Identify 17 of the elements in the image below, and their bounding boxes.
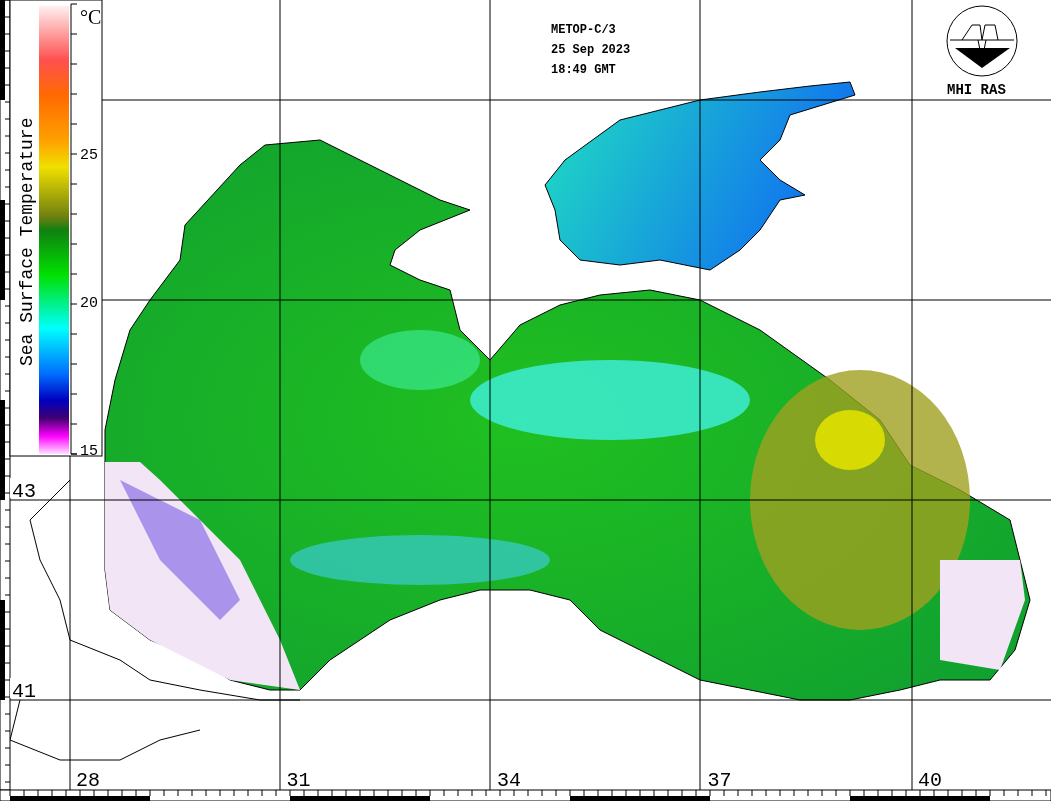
tick-label: 25 [80, 147, 98, 164]
unit-label: °C [80, 6, 102, 28]
logo-text: MHI RAS [947, 82, 1006, 98]
legend-title: Sea Surface Temperature [17, 117, 37, 366]
longitude-label: 37 [707, 769, 732, 792]
logo-icon [946, 5, 1018, 77]
latitude-label: 41 [12, 680, 36, 703]
longitude-label: 28 [76, 769, 100, 792]
time-label: 18:49 GMT [551, 63, 616, 77]
satellite-name: METOP-C/3 [551, 23, 616, 37]
date-label: 25 Sep 2023 [551, 43, 631, 57]
tick-label: 20 [80, 295, 98, 312]
tick-label: 15 [80, 443, 98, 460]
longitude-label: 40 [918, 769, 942, 792]
longitude-label: 31 [286, 769, 311, 792]
latitude-label: 43 [12, 480, 36, 503]
longitude-label: 34 [497, 769, 521, 792]
